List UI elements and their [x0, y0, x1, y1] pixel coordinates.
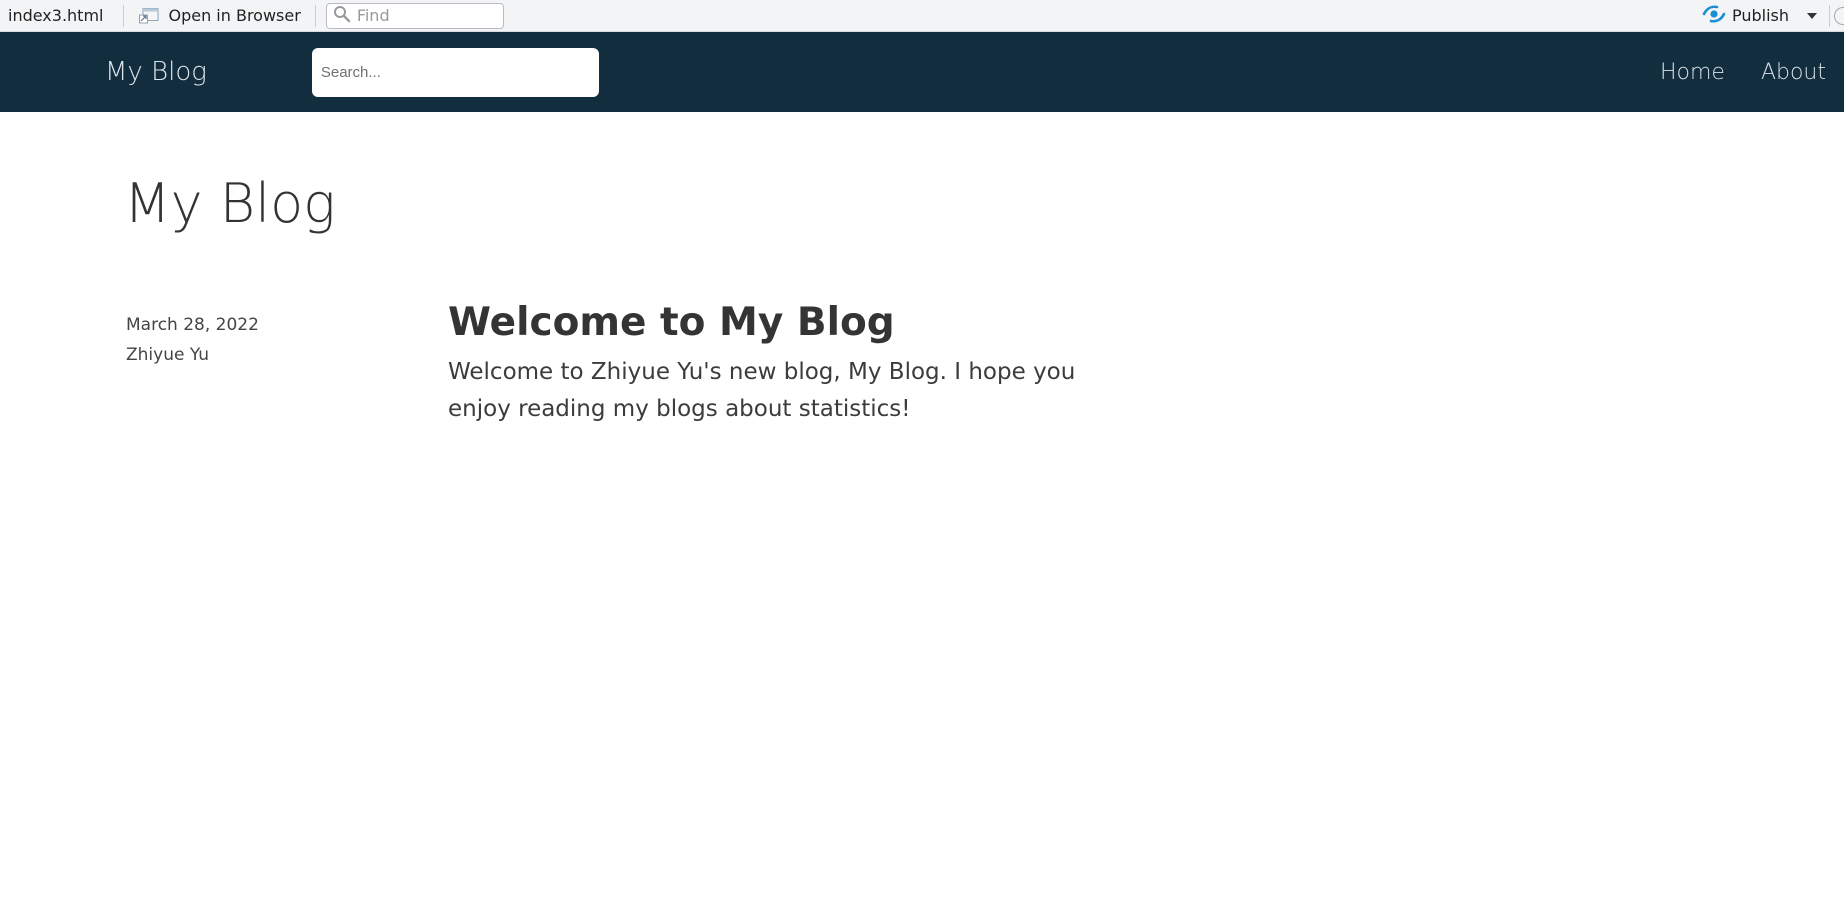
toolbar-divider — [1829, 4, 1830, 27]
navbar-brand[interactable]: My Blog — [105, 57, 207, 87]
viewer-toolbar: index3.html Open in Browser Find Publish — [0, 0, 1844, 32]
viewer-filename: index3.html — [8, 6, 104, 25]
open-in-browser-button[interactable]: Open in Browser — [132, 6, 306, 25]
browser-window-icon — [138, 7, 160, 25]
post-excerpt: Welcome to Zhiyue Yu's new blog, My Blog… — [448, 359, 1076, 422]
nav-link-home[interactable]: Home — [1660, 60, 1725, 85]
search-icon — [333, 5, 351, 27]
page-title: My Blog — [124, 172, 336, 235]
nav-link-about[interactable]: About — [1761, 60, 1826, 85]
publish-icon — [1702, 4, 1726, 28]
toolbar-divider — [314, 4, 316, 27]
chevron-down-icon[interactable] — [1807, 12, 1817, 19]
publish-label: Publish — [1731, 6, 1789, 25]
toolbar-divider — [123, 4, 125, 27]
post-title-link[interactable]: Welcome to My Blog — [448, 298, 1128, 348]
find-input[interactable] — [356, 6, 497, 25]
post-author: Zhiyue Yu — [126, 345, 210, 365]
refresh-icon[interactable] — [1834, 6, 1844, 25]
post-listing-item: Welcome to My Blog Welcome to Zhiyue Yu'… — [448, 298, 1128, 428]
publish-button[interactable]: Publish — [1702, 4, 1795, 28]
post-meta: March 28, 2022 Zhiyue Yu — [126, 310, 259, 370]
blog-navbar: My Blog Home About — [0, 32, 1844, 112]
open-in-browser-label: Open in Browser — [168, 6, 301, 25]
post-date: March 28, 2022 — [126, 315, 259, 335]
search-input[interactable] — [311, 47, 599, 97]
find-box[interactable] — [325, 2, 504, 29]
